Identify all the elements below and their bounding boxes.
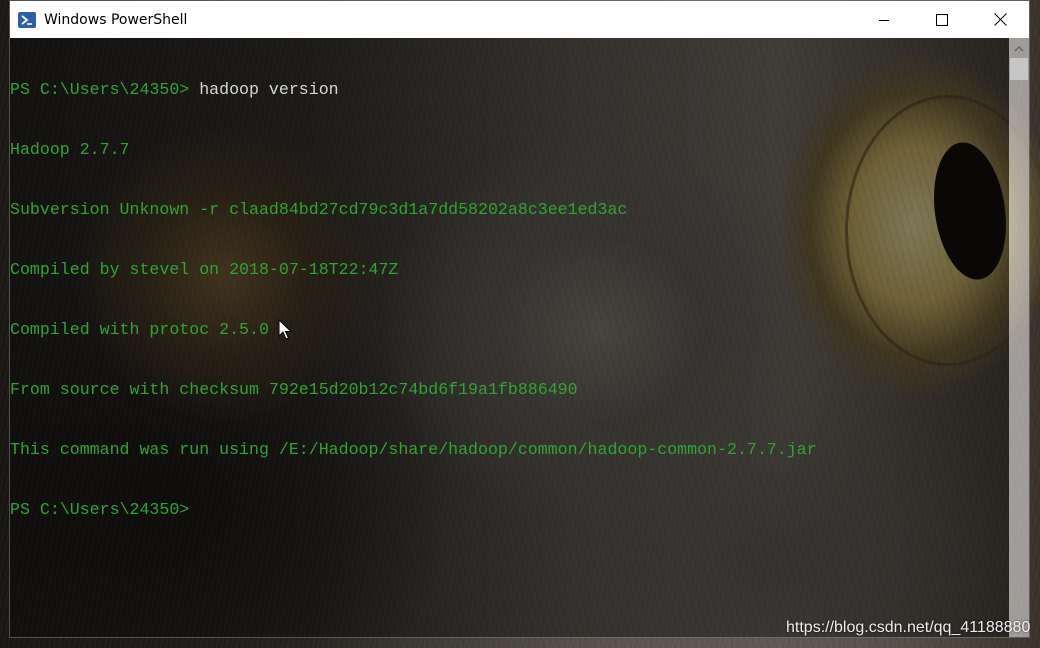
output-line: Compiled by stevel on 2018-07-18T22:47Z <box>10 260 399 279</box>
window-title: Windows PowerShell <box>44 11 188 28</box>
command-text: hadoop version <box>189 80 339 99</box>
close-icon <box>993 13 1007 26</box>
powershell-icon[interactable] <box>18 11 36 28</box>
console-output[interactable]: PS C:\Users\24350> hadoop version Hadoop… <box>10 38 1009 560</box>
window-controls <box>855 1 1029 38</box>
powershell-window: Windows PowerShell PS C:\Users\24350> ha… <box>9 0 1030 638</box>
minimize-button[interactable] <box>855 1 913 38</box>
mouse-pointer-icon <box>278 319 292 340</box>
minimize-icon <box>879 19 889 21</box>
output-line: Hadoop 2.7.7 <box>10 140 130 159</box>
output-line: This command was run using /E:/Hadoop/sh… <box>10 440 817 459</box>
vertical-scrollbar[interactable] <box>1009 38 1029 637</box>
scroll-up-button[interactable] <box>1009 38 1029 58</box>
scroll-thumb[interactable] <box>1010 58 1028 80</box>
output-line: Compiled with protoc 2.5.0 <box>10 320 269 339</box>
chevron-up-icon <box>1014 45 1024 51</box>
console-area[interactable]: PS C:\Users\24350> hadoop version Hadoop… <box>10 38 1009 637</box>
maximize-icon <box>936 13 948 26</box>
title-bar[interactable]: Windows PowerShell <box>10 1 1029 38</box>
close-button[interactable] <box>971 1 1029 38</box>
output-line: From source with checksum 792e15d20b12c7… <box>10 380 578 399</box>
watermark-text: https://blog.csdn.net/qq_41188880 <box>786 619 1031 636</box>
output-line: Subversion Unknown -r claad84bd27cd79c3d… <box>10 200 628 219</box>
final-prompt[interactable]: PS C:\Users\24350> <box>10 500 1009 520</box>
command-line: PS C:\Users\24350> hadoop version <box>10 80 1009 100</box>
prompt-text: PS C:\Users\24350> <box>10 80 190 99</box>
maximize-button[interactable] <box>913 1 971 38</box>
